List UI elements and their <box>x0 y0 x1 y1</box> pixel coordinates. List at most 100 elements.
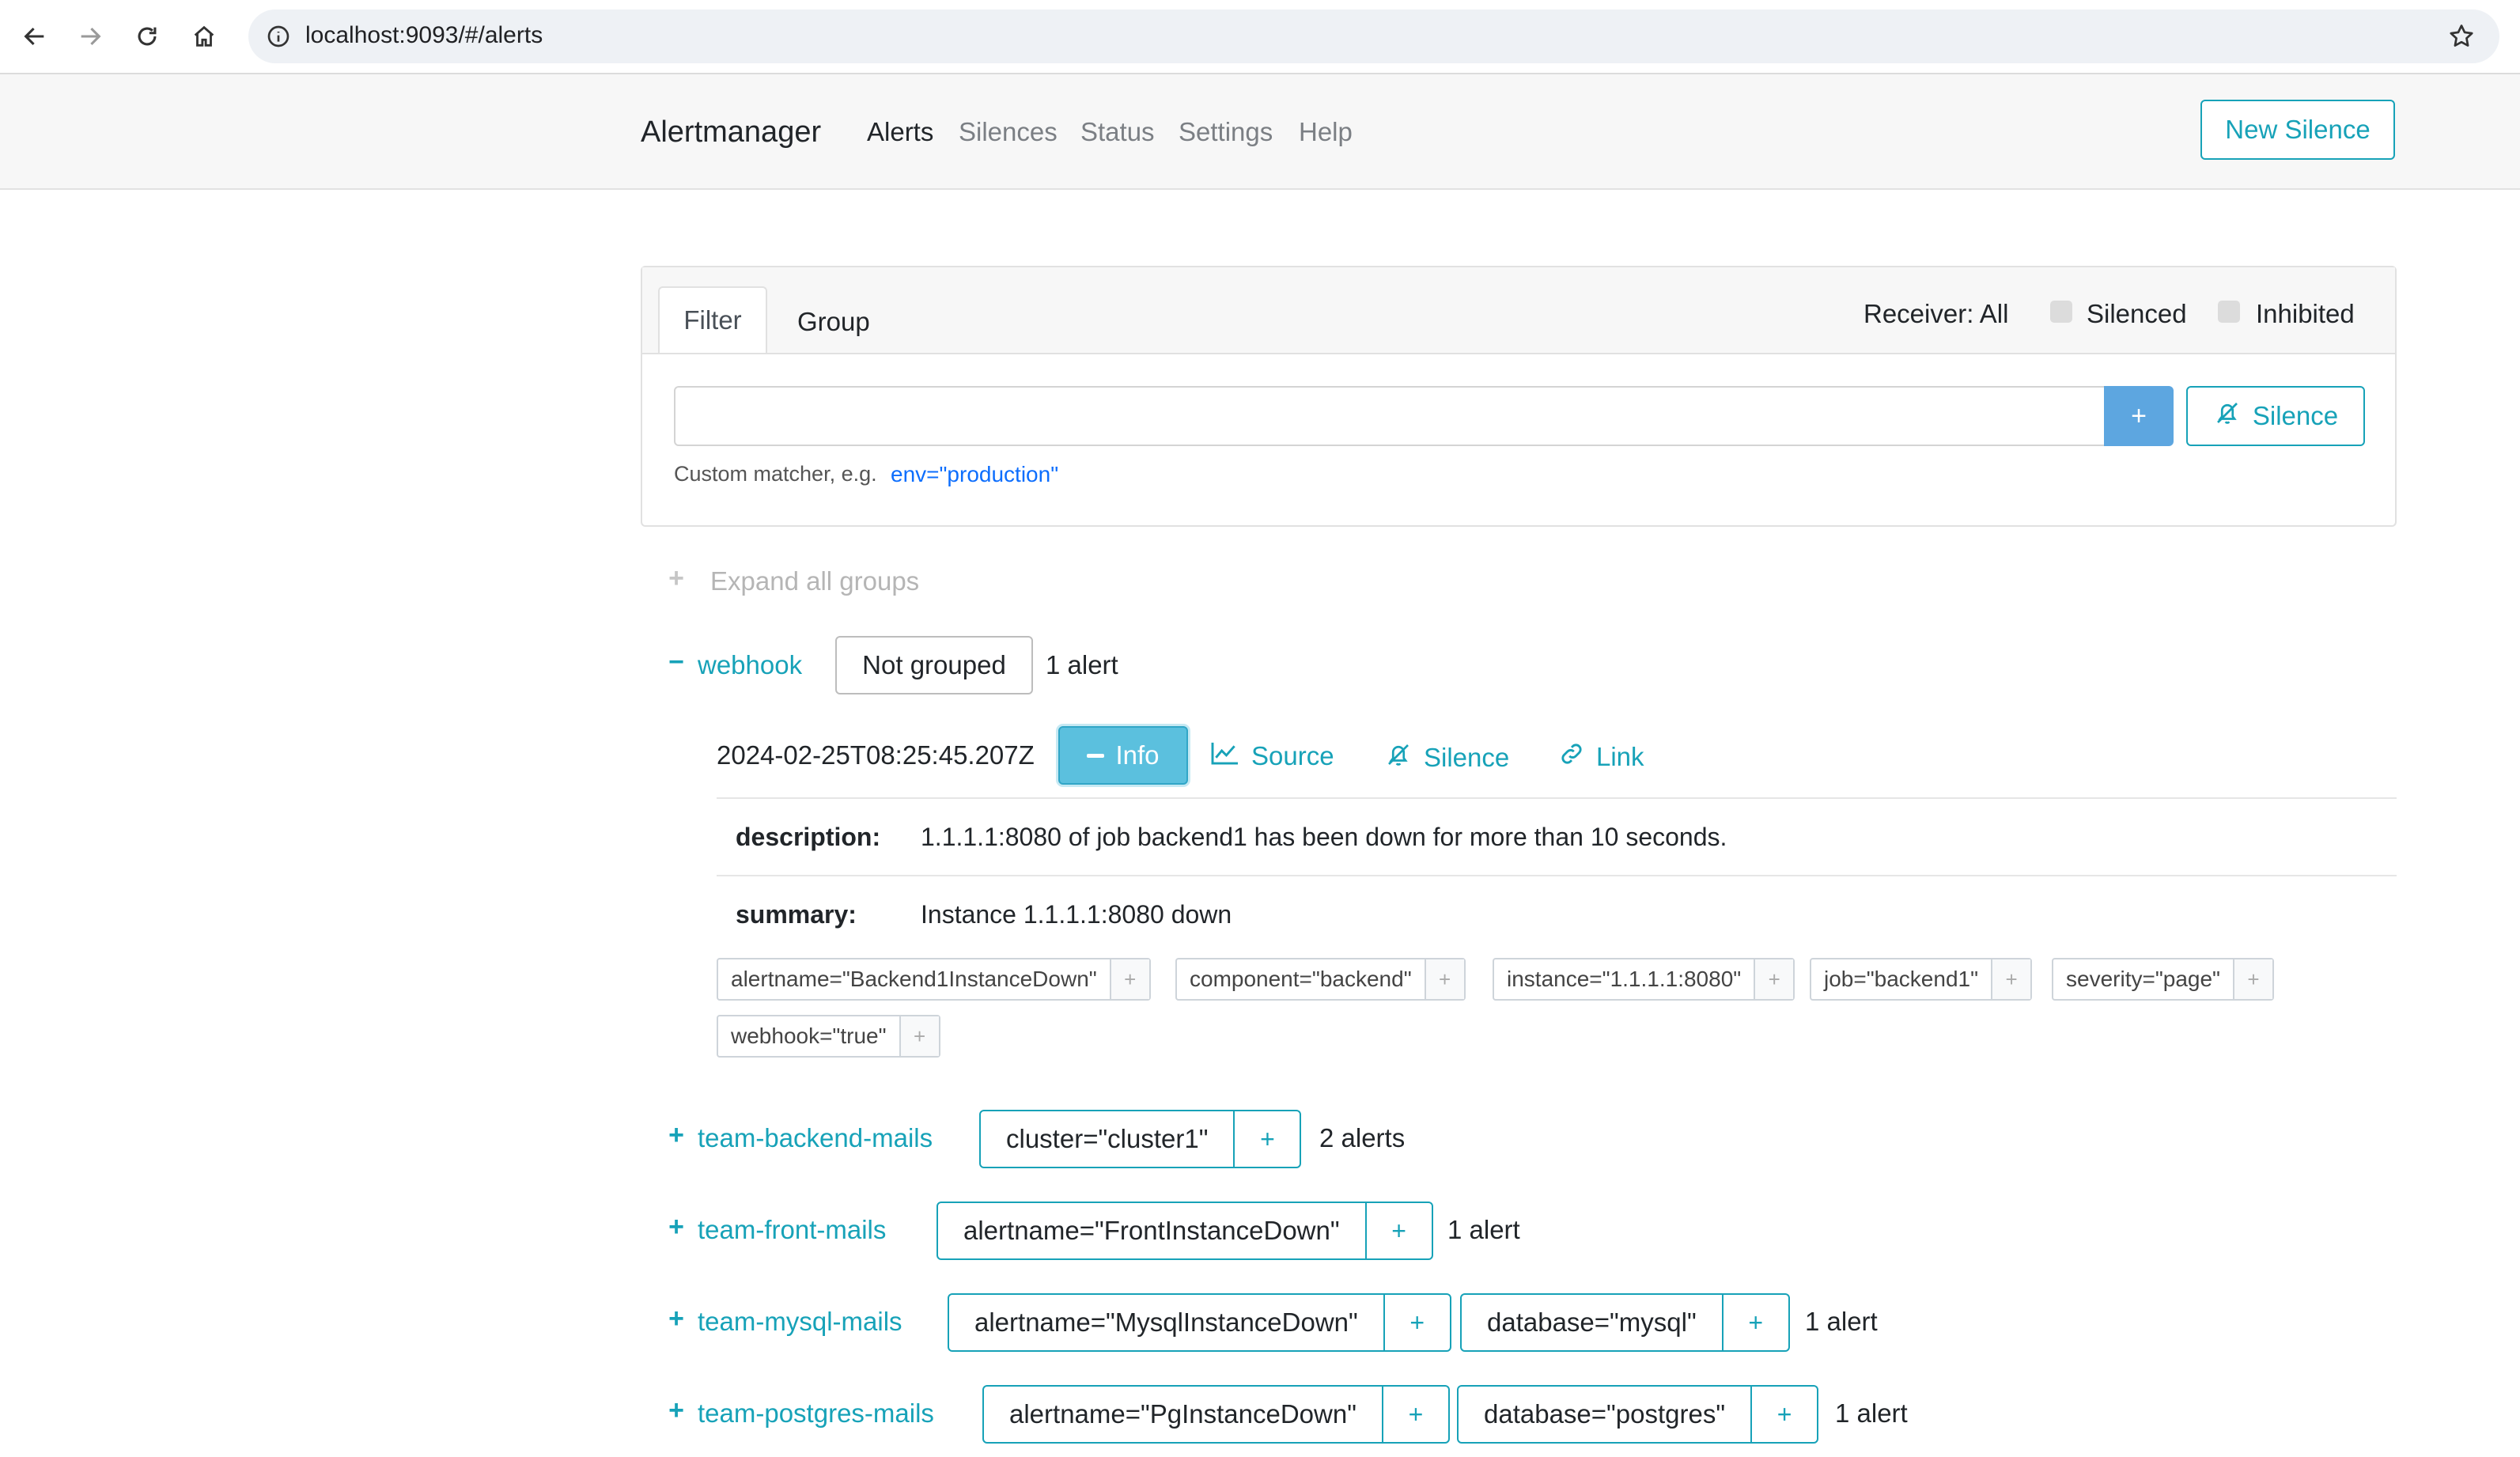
add-filter-icon[interactable]: + <box>1750 1387 1817 1442</box>
group-name-team-backend-mails[interactable]: team-backend-mails <box>698 1123 933 1153</box>
expand-group-icon[interactable]: + <box>666 1120 687 1151</box>
label-chip[interactable]: alertname="Backend1InstanceDown" + <box>717 958 1151 1001</box>
nav-silences[interactable]: Silences <box>959 117 1058 147</box>
add-filter-icon[interactable]: + <box>1233 1111 1300 1167</box>
annotation-key: description: <box>736 823 881 851</box>
group-label-filter[interactable]: database="postgres" + <box>1457 1385 1819 1444</box>
expand-group-icon[interactable]: + <box>666 1212 687 1243</box>
filter-card-header: Filter Group Receiver: All Silenced Inhi… <box>642 267 2395 354</box>
new-silence-button[interactable]: New Silence <box>2200 100 2395 160</box>
label-chip-text: webhook="true" <box>731 1024 887 1048</box>
bell-slash-icon <box>2213 399 2242 433</box>
matcher-hint-example[interactable]: env="production" <box>891 462 1058 487</box>
group-label-filter[interactable]: alertname="FrontInstanceDown" + <box>936 1202 1433 1260</box>
group-label-filter[interactable]: alertname="PgInstanceDown" + <box>982 1385 1450 1444</box>
filter-card: Filter Group Receiver: All Silenced Inhi… <box>641 266 2397 527</box>
site-info-icon[interactable] <box>266 24 291 53</box>
expand-group-icon[interactable]: + <box>666 1395 687 1426</box>
group-label-text: alertname="FrontInstanceDown" <box>963 1216 1340 1245</box>
filter-input[interactable] <box>674 386 2112 446</box>
annotation-key: summary: <box>736 900 857 929</box>
add-matcher-button[interactable]: + <box>2104 386 2174 446</box>
alert-link-label: Link <box>1596 742 1644 771</box>
label-chip[interactable]: instance="1.1.1.1:8080" + <box>1493 958 1795 1001</box>
label-chip[interactable]: job="backend1" + <box>1810 958 2033 1001</box>
expand-all-groups[interactable]: Expand all groups <box>710 566 919 596</box>
add-filter-icon[interactable]: + <box>2233 959 2272 999</box>
bookmark-star-icon[interactable] <box>2447 22 2476 55</box>
chart-line-icon <box>1210 740 1240 772</box>
alert-timestamp: 2024-02-25T08:25:45.207Z <box>717 740 1035 770</box>
silence-filter-button[interactable]: Silence <box>2186 386 2365 446</box>
add-filter-icon[interactable]: + <box>1383 1295 1450 1350</box>
label-chip[interactable]: severity="page" + <box>2052 958 2274 1001</box>
group-label-text: cluster="cluster1" <box>1006 1124 1209 1153</box>
tab-group[interactable]: Group <box>797 307 870 337</box>
divider <box>717 875 2397 876</box>
brand-title[interactable]: Alertmanager <box>641 115 821 149</box>
alert-silence-link[interactable]: Silence <box>1384 740 1509 775</box>
annotation-value: Instance 1.1.1.1:8080 down <box>921 900 1232 929</box>
app-navbar: Alertmanager Alerts Silences Status Sett… <box>0 74 2520 190</box>
bell-slash-icon <box>1384 740 1413 775</box>
info-button-label: Info <box>1115 740 1160 770</box>
not-grouped-badge: Not grouped <box>835 636 1033 694</box>
inhibited-label: Inhibited <box>2256 299 2355 328</box>
expand-group-icon[interactable]: + <box>666 1304 687 1334</box>
back-icon[interactable] <box>14 16 55 57</box>
alert-count: 1 alert <box>1046 650 1118 679</box>
add-filter-icon[interactable]: + <box>1109 959 1149 999</box>
group-label-text: database="postgres" <box>1484 1399 1726 1429</box>
address-bar[interactable]: localhost:9093/#/alerts <box>248 9 2499 63</box>
label-chip-text: job="backend1" <box>1824 967 1979 991</box>
add-filter-icon[interactable]: + <box>899 1016 939 1056</box>
home-icon[interactable] <box>184 16 225 57</box>
silenced-label: Silenced <box>2087 299 2187 328</box>
link-icon <box>1558 740 1585 774</box>
add-filter-icon[interactable]: + <box>1364 1203 1432 1258</box>
add-filter-icon[interactable]: + <box>1991 959 2031 999</box>
alert-count: 1 alert <box>1835 1398 1908 1428</box>
group-name-team-postgres-mails[interactable]: team-postgres-mails <box>698 1398 934 1429</box>
source-link[interactable]: Source <box>1210 740 1334 772</box>
matcher-hint: Custom matcher, e.g. <box>674 462 877 486</box>
silenced-checkbox[interactable] <box>2050 301 2072 323</box>
label-chip-text: alertname="Backend1InstanceDown" <box>731 967 1097 991</box>
divider <box>717 797 2397 799</box>
alert-link[interactable]: Link <box>1558 740 1644 774</box>
source-link-label: Source <box>1251 741 1334 770</box>
browser-toolbar: localhost:9093/#/alerts <box>0 0 2520 74</box>
silence-filter-label: Silence <box>2252 401 2339 430</box>
label-chip[interactable]: component="backend" + <box>1175 958 1466 1001</box>
nav-help[interactable]: Help <box>1299 117 1353 147</box>
alert-count: 1 alert <box>1805 1307 1878 1336</box>
expand-all-icon[interactable]: + <box>666 563 687 594</box>
inhibited-checkbox[interactable] <box>2218 301 2240 323</box>
add-filter-icon[interactable]: + <box>1721 1295 1788 1350</box>
collapse-group-icon[interactable]: − <box>666 647 687 678</box>
group-label-filter[interactable]: database="mysql" + <box>1460 1293 1790 1352</box>
reload-icon[interactable] <box>127 16 168 57</box>
group-name-team-mysql-mails[interactable]: team-mysql-mails <box>698 1307 902 1337</box>
alert-silence-label: Silence <box>1424 743 1510 772</box>
nav-status[interactable]: Status <box>1080 117 1155 147</box>
info-button[interactable]: Info <box>1058 726 1188 785</box>
add-filter-icon[interactable]: + <box>1381 1387 1448 1442</box>
nav-settings[interactable]: Settings <box>1179 117 1273 147</box>
nav-alerts[interactable]: Alerts <box>867 117 933 147</box>
group-label-filter[interactable]: alertname="MysqlInstanceDown" + <box>948 1293 1451 1352</box>
alert-count: 1 alert <box>1447 1215 1520 1244</box>
tab-filter[interactable]: Filter <box>658 286 767 353</box>
add-filter-icon[interactable]: + <box>1754 959 1794 999</box>
group-label-text: alertname="MysqlInstanceDown" <box>974 1308 1358 1337</box>
annotation-value: 1.1.1.1:8080 of job backend1 has been do… <box>921 823 1727 851</box>
forward-icon[interactable] <box>70 16 111 57</box>
label-chip-text: component="backend" <box>1190 967 1412 991</box>
group-name-team-front-mails[interactable]: team-front-mails <box>698 1215 886 1245</box>
receiver-dropdown[interactable]: Receiver: All <box>1864 299 2008 329</box>
add-filter-icon[interactable]: + <box>1424 959 1464 999</box>
label-chip-text: severity="page" <box>2066 967 2220 991</box>
label-chip[interactable]: webhook="true" + <box>717 1015 940 1058</box>
group-name-webhook[interactable]: webhook <box>698 650 802 680</box>
group-label-filter[interactable]: cluster="cluster1" + <box>979 1110 1302 1168</box>
